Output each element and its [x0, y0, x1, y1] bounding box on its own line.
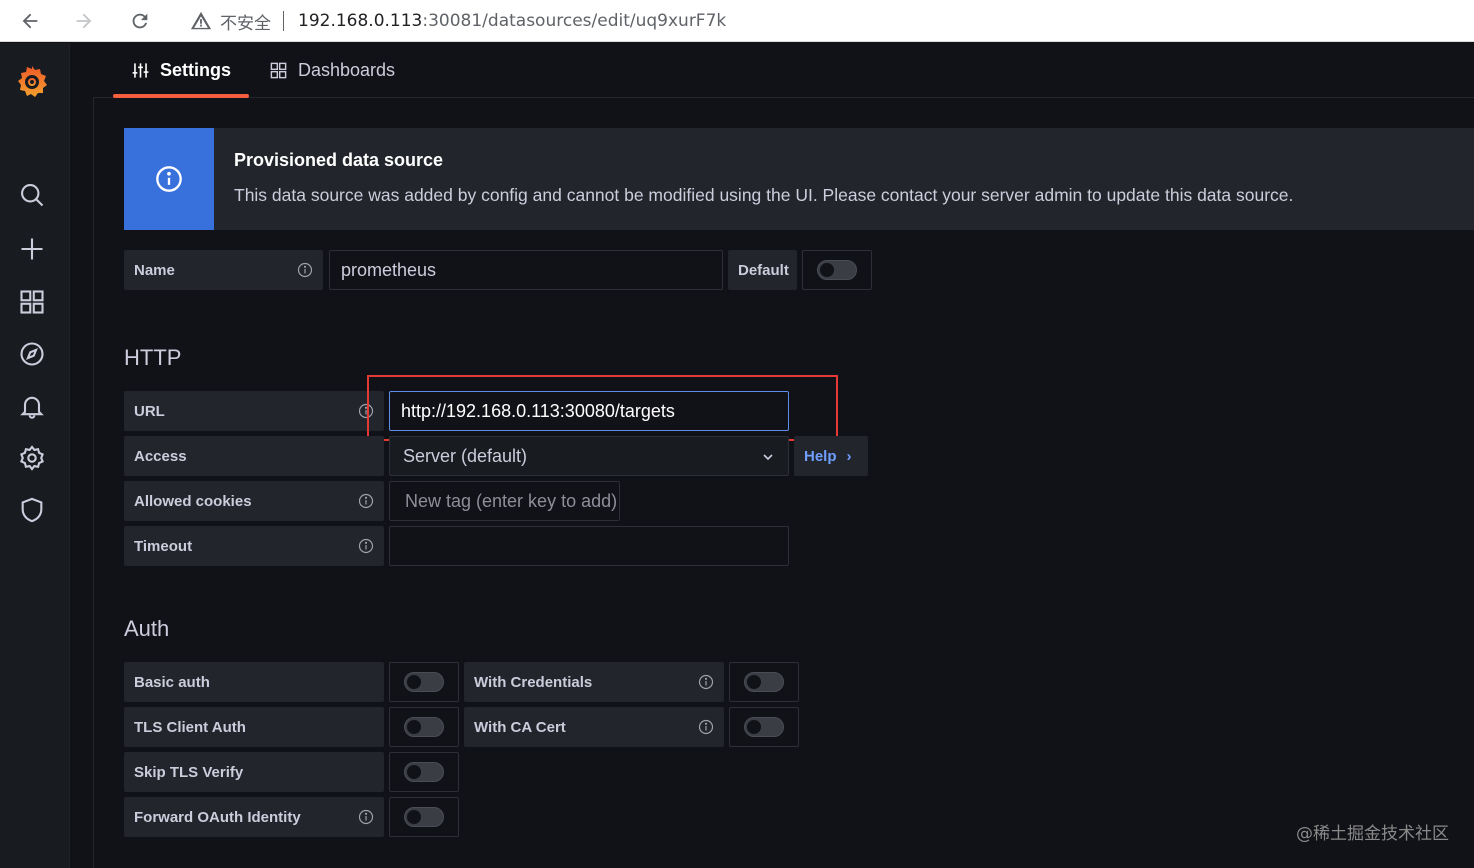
access-select-value: Server (default) [403, 445, 528, 466]
reload-icon[interactable] [124, 5, 156, 37]
tls-client-auth-label: TLS Client Auth [124, 707, 384, 747]
info-icon[interactable] [698, 674, 714, 690]
grafana-logo-icon[interactable] [14, 63, 50, 99]
explore-icon[interactable] [17, 339, 47, 369]
skip-tls-verify-label-text: Skip TLS Verify [134, 763, 244, 781]
timeout-input[interactable] [389, 526, 789, 566]
forward-oauth-toggle[interactable] [404, 807, 444, 827]
search-icon[interactable] [17, 180, 47, 210]
help-label: Help [804, 447, 837, 465]
name-input-value: prometheus [341, 259, 437, 280]
url-label: URL [124, 391, 384, 431]
info-icon[interactable] [297, 262, 313, 278]
timeout-label: Timeout [124, 526, 384, 566]
chevron-down-icon [763, 454, 773, 461]
insecure-label: 不安全 [220, 13, 271, 34]
alert-body: This data source was added by config and… [234, 185, 1294, 205]
shield-icon[interactable] [17, 495, 47, 525]
tls-client-auth-label-text: TLS Client Auth [134, 718, 246, 736]
plus-icon[interactable] [17, 234, 47, 264]
allowed-cookies-label-text: Allowed cookies [134, 492, 252, 510]
with-credentials-toggle[interactable] [744, 672, 784, 692]
help-button[interactable]: Help › [794, 436, 868, 476]
url-host: 192.168.0.113 [298, 11, 423, 31]
access-label-text: Access [134, 447, 187, 465]
default-label: Default [728, 250, 797, 290]
skip-tls-verify-toggle[interactable] [404, 762, 444, 782]
sidebar [0, 43, 70, 868]
forward-oauth-switch[interactable] [389, 797, 459, 837]
basic-auth-toggle[interactable] [404, 672, 444, 692]
tab-settings[interactable]: Settings [113, 43, 249, 98]
auth-section-title: Auth [124, 616, 170, 641]
info-icon[interactable] [698, 719, 714, 735]
watermark: @稀土掘金技术社区 [1296, 824, 1449, 844]
annotation-highlight [367, 375, 838, 441]
access-label: Access [124, 436, 384, 476]
forward-icon[interactable] [68, 5, 100, 37]
tls-client-auth-toggle[interactable] [404, 717, 444, 737]
name-label-text: Name [134, 261, 175, 279]
url-label-text: URL [134, 402, 165, 420]
allowed-cookies-input[interactable]: New tag (enter key to add) [389, 481, 620, 521]
tls-client-auth-switch[interactable] [389, 707, 459, 747]
with-ca-cert-switch[interactable] [729, 707, 799, 747]
alerting-icon[interactable] [17, 391, 47, 421]
sliders-icon [132, 63, 149, 78]
with-credentials-label: With Credentials [464, 662, 724, 702]
access-select[interactable]: Server (default) [389, 436, 789, 476]
skip-tls-verify-label: Skip TLS Verify [124, 752, 384, 792]
default-toggle[interactable] [817, 260, 857, 280]
info-icon[interactable] [358, 538, 374, 554]
forward-oauth-label: Forward OAuth Identity [124, 797, 384, 837]
provisioned-alert: Provisioned data source This data source… [124, 128, 1474, 230]
default-label-text: Default [738, 261, 789, 279]
info-icon[interactable] [358, 809, 374, 825]
content-divider [93, 98, 94, 868]
info-circle-icon [156, 166, 182, 192]
allowed-cookies-label: Allowed cookies [124, 481, 384, 521]
alert-title: Provisioned data source [234, 150, 444, 170]
with-credentials-switch[interactable] [729, 662, 799, 702]
basic-auth-switch[interactable] [389, 662, 459, 702]
address-separator [283, 11, 284, 31]
active-tab-indicator [113, 94, 249, 98]
warning-icon [190, 11, 212, 30]
with-ca-cert-toggle[interactable] [744, 717, 784, 737]
tab-dashboards-label: Dashboards [298, 60, 396, 80]
skip-tls-verify-switch[interactable] [389, 752, 459, 792]
dashboards-icon[interactable] [17, 287, 47, 317]
back-icon[interactable] [14, 5, 46, 37]
alert-icon-box [124, 128, 214, 230]
forward-oauth-label-text: Forward OAuth Identity [134, 808, 301, 826]
default-switch[interactable] [802, 250, 872, 290]
info-icon[interactable] [358, 493, 374, 509]
name-input[interactable]: prometheus [329, 250, 723, 290]
tab-dashboards[interactable]: Dashboards [269, 43, 395, 98]
configuration-icon[interactable] [17, 443, 47, 473]
with-ca-cert-label: With CA Cert [464, 707, 724, 747]
apps-icon [270, 62, 287, 79]
http-section-title: HTTP [124, 345, 182, 370]
chevron-right-icon: › [846, 447, 852, 465]
address-bar[interactable]: 不安全 192.168.0.113:30081/datasources/edit… [190, 8, 726, 34]
url-path: :30081/datasources/edit/uq9xurF7k [422, 11, 727, 31]
basic-auth-label: Basic auth [124, 662, 384, 702]
timeout-label-text: Timeout [134, 537, 193, 555]
name-label: Name [124, 250, 323, 290]
browser-toolbar: 不安全 192.168.0.113:30081/datasources/edit… [0, 0, 1474, 42]
basic-auth-label-text: Basic auth [134, 673, 210, 691]
allowed-cookies-placeholder: New tag (enter key to add) [405, 490, 618, 511]
page-tabs: Settings Dashboards [93, 43, 1474, 98]
with-ca-cert-label-text: With CA Cert [474, 718, 566, 736]
tab-settings-label: Settings [159, 60, 231, 80]
with-credentials-label-text: With Credentials [474, 673, 593, 691]
